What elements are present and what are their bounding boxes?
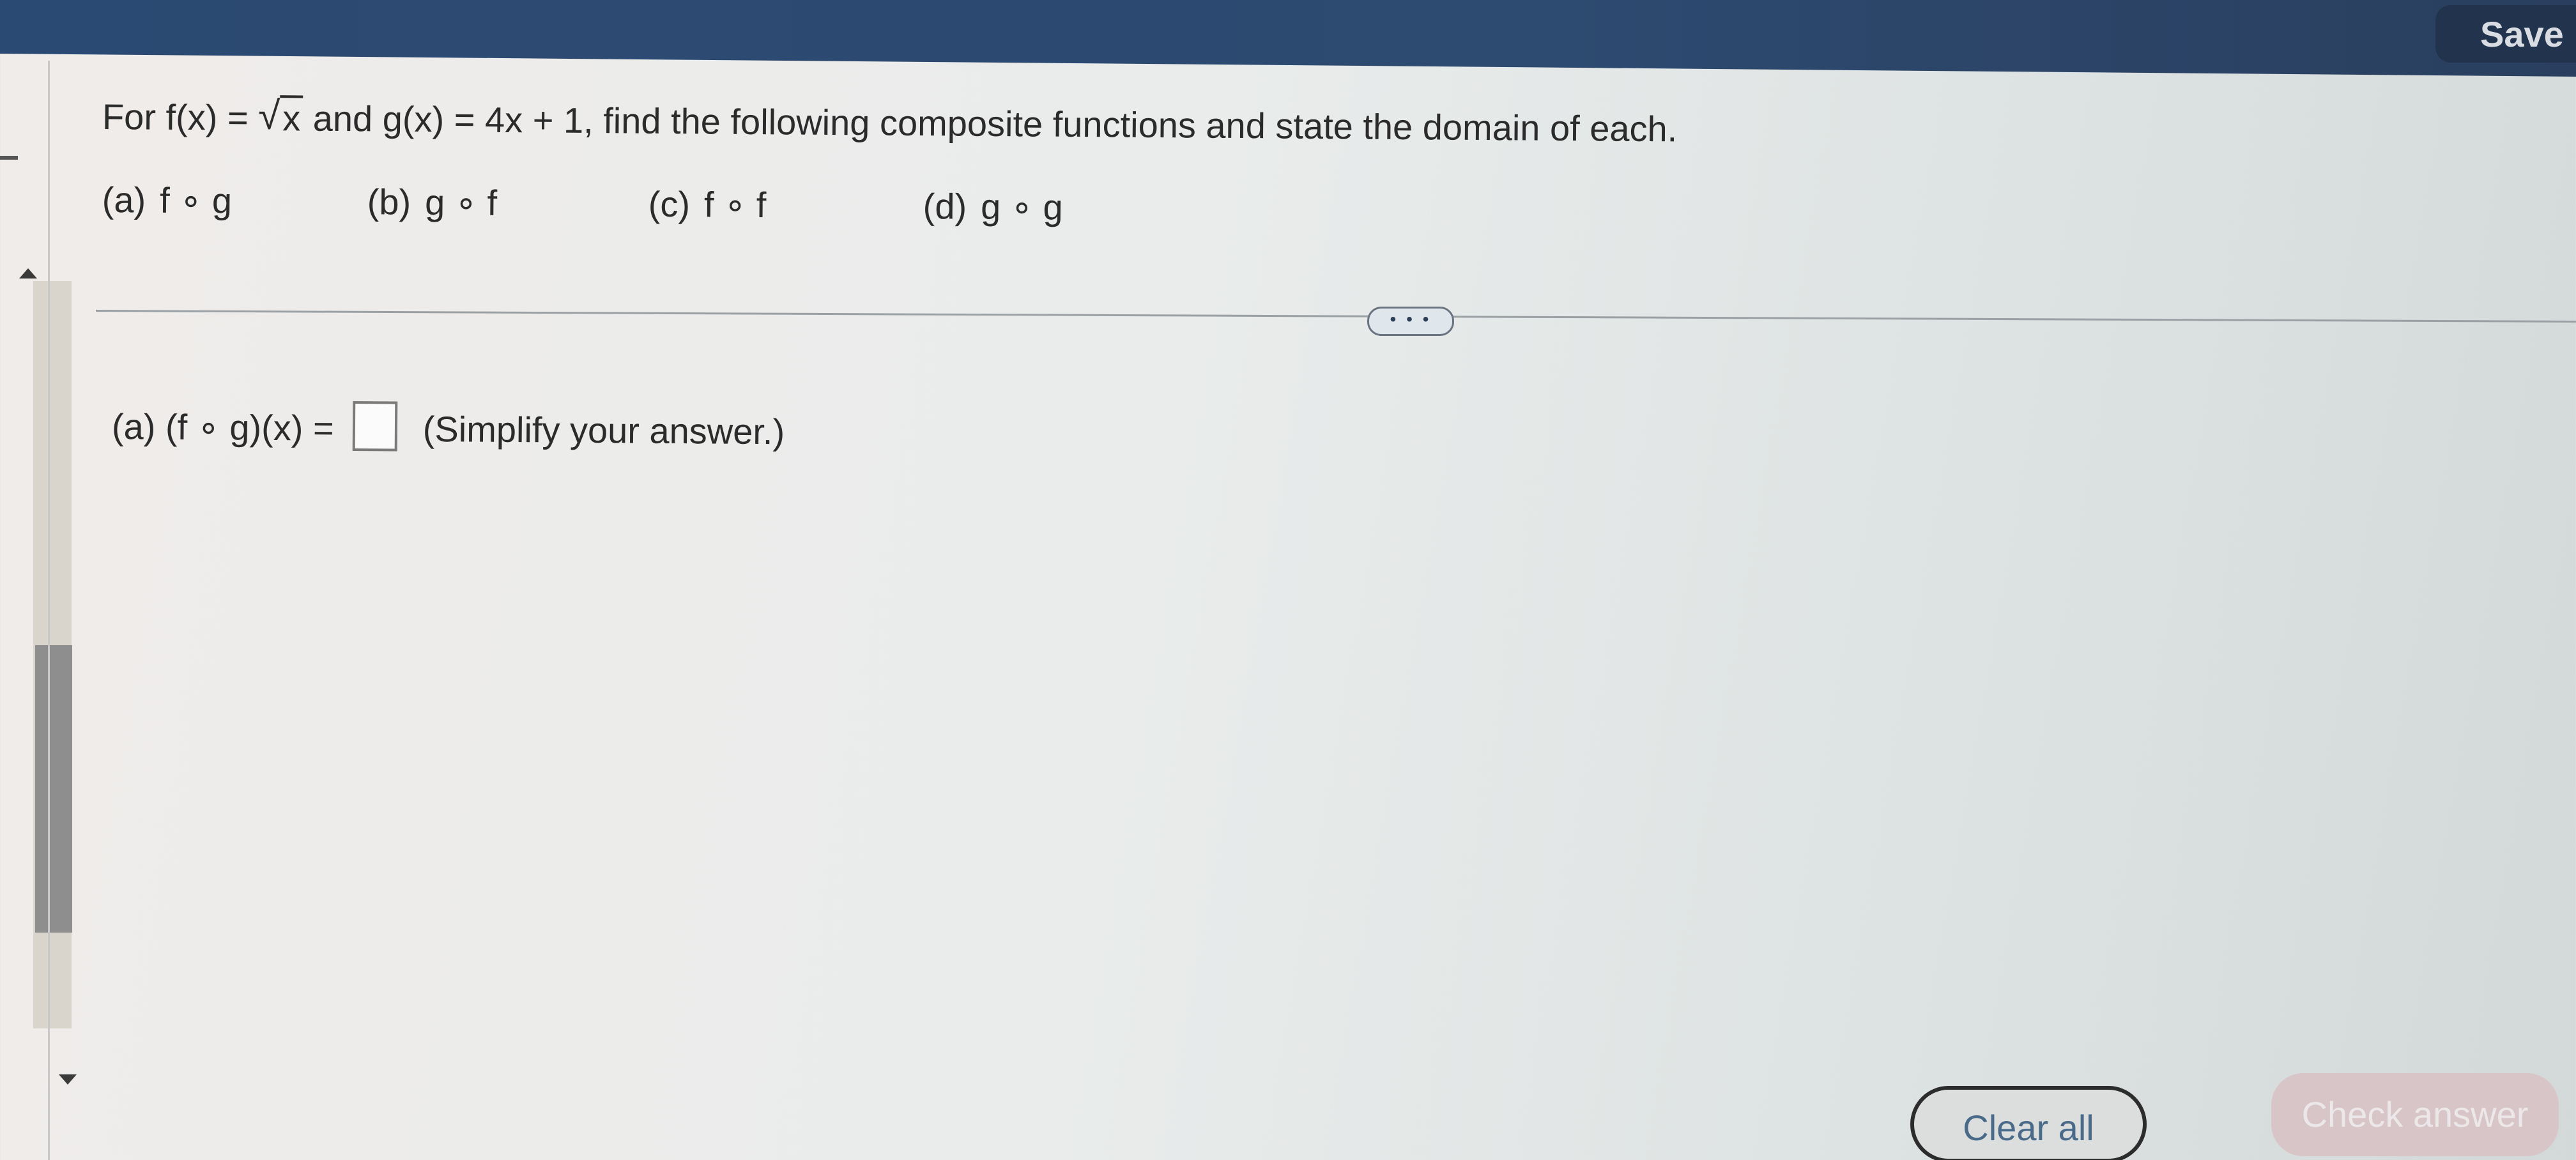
rail-tick-mark — [0, 156, 18, 160]
sqrt-argument: x — [279, 95, 303, 139]
left-rail — [0, 0, 77, 1160]
save-button[interactable]: Save — [2435, 5, 2576, 63]
scroll-down-arrow-icon[interactable] — [59, 1074, 77, 1085]
radical-sign-icon: √ — [257, 93, 280, 139]
answer-input-box[interactable] — [352, 401, 398, 452]
problem-statement: For f(x) = √ x and g(x) = 4x + 1, find th… — [102, 94, 1678, 149]
expand-more-button[interactable]: • • • — [1367, 307, 1454, 336]
part-d: (d) g ∘ g — [923, 186, 1063, 227]
sqrt-expression: √ x — [258, 94, 303, 139]
section-divider — [95, 310, 2576, 323]
clear-all-button[interactable]: Clear all — [1910, 1086, 2147, 1160]
prompt-text-end: and g(x) = 4x + 1, find the following co… — [312, 98, 1678, 149]
top-header-bar — [0, 0, 2576, 77]
content-left-border — [48, 61, 50, 1160]
check-answer-button[interactable]: Check answer — [2271, 1073, 2559, 1156]
part-c: (c) f ∘ f — [648, 183, 767, 225]
scrollbar-thumb[interactable] — [35, 645, 72, 933]
scroll-up-arrow-icon[interactable] — [19, 268, 37, 279]
part-b: (b) g ∘ f — [367, 181, 498, 223]
answer-hint: (Simplify your answer.) — [422, 408, 785, 452]
part-a: (a) f ∘ g — [102, 179, 233, 221]
prompt-text-start: For f(x) = — [102, 96, 249, 138]
answer-row: (a) (f ∘ g)(x) = (Simplify your answer.) — [112, 399, 785, 454]
answer-label: (a) (f ∘ g)(x) = — [111, 406, 334, 448]
